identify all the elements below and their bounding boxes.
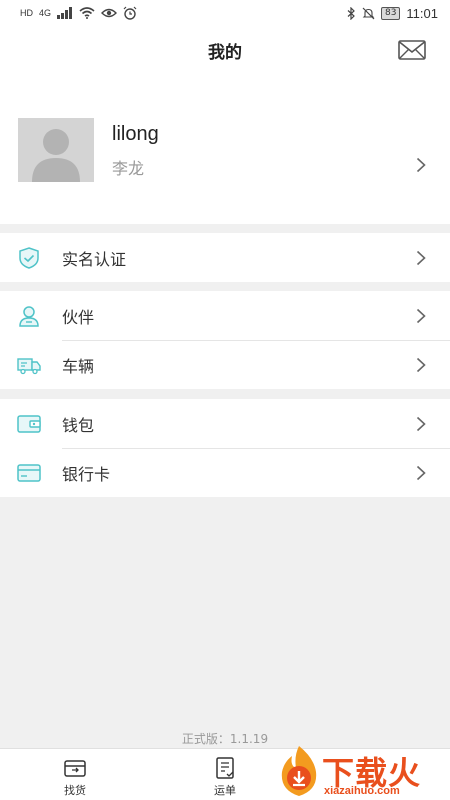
watermark-url: xiazaihuo.com xyxy=(324,785,400,797)
find-goods-icon xyxy=(64,760,86,777)
nav-label-waybill: 运单 xyxy=(214,784,236,797)
real-name: 李龙 xyxy=(112,159,145,178)
shield-check-icon xyxy=(19,247,39,269)
mail-icon xyxy=(398,40,426,60)
waybill-icon xyxy=(216,757,234,779)
nav-tab-find-goods[interactable]: 找货 xyxy=(0,749,150,800)
wallet-icon xyxy=(17,415,41,433)
bluetooth-icon xyxy=(347,6,355,20)
alarm-icon xyxy=(123,6,137,20)
page-header: 我的 xyxy=(0,26,450,74)
status-right: 83 11:01 xyxy=(346,6,438,21)
watermark-logo: 下载火 xiazaihuo.com xyxy=(260,740,450,800)
hd-indicator: HD xyxy=(20,8,33,18)
menu-item-bank-card[interactable]: 银行卡 xyxy=(0,448,450,497)
menu-label-partner: 伙伴 xyxy=(62,307,95,327)
menu-item-wallet[interactable]: 钱包 xyxy=(0,399,450,448)
section-partner-vehicle: 伙伴 车辆 xyxy=(0,291,450,389)
chevron-right-icon xyxy=(416,465,426,481)
flame-logo-icon xyxy=(281,746,317,796)
avatar-placeholder-icon xyxy=(18,118,94,182)
page-title: 我的 xyxy=(208,42,242,63)
menu-item-verify[interactable]: 实名认证 xyxy=(0,233,450,282)
menu-label-vehicle: 车辆 xyxy=(62,356,95,376)
chevron-right-icon xyxy=(416,416,426,432)
section-wallet-bank: 钱包 银行卡 xyxy=(0,399,450,497)
truck-icon xyxy=(17,358,41,375)
battery-indicator: 83 xyxy=(380,6,401,20)
bank-card-icon xyxy=(17,464,41,482)
wifi-icon xyxy=(79,7,95,19)
message-button[interactable] xyxy=(398,40,426,60)
mute-icon xyxy=(362,7,375,19)
menu-label-bank-card: 银行卡 xyxy=(62,464,111,484)
menu-label-wallet: 钱包 xyxy=(62,415,95,435)
eye-icon xyxy=(101,8,118,18)
status-bar: HD 4G 83 11:01 xyxy=(0,0,450,26)
network-type: 4G xyxy=(39,8,52,18)
chevron-right-icon xyxy=(416,308,426,324)
chevron-right-icon xyxy=(416,157,426,173)
menu-label-verify: 实名认证 xyxy=(62,249,127,269)
section-verify: 实名认证 xyxy=(0,233,450,282)
chevron-right-icon xyxy=(416,357,426,373)
username: lilong xyxy=(112,123,159,145)
person-icon xyxy=(19,306,39,327)
profile-card[interactable]: lilong 李龙 xyxy=(0,74,450,224)
menu-item-partner[interactable]: 伙伴 xyxy=(0,291,450,340)
status-left: HD 4G xyxy=(20,6,137,20)
status-time: 11:01 xyxy=(406,5,438,21)
menu-item-vehicle[interactable]: 车辆 xyxy=(0,340,450,389)
signal-icon xyxy=(57,7,73,19)
nav-label-find-goods: 找货 xyxy=(64,784,86,797)
avatar xyxy=(18,118,94,182)
chevron-right-icon xyxy=(416,250,426,266)
